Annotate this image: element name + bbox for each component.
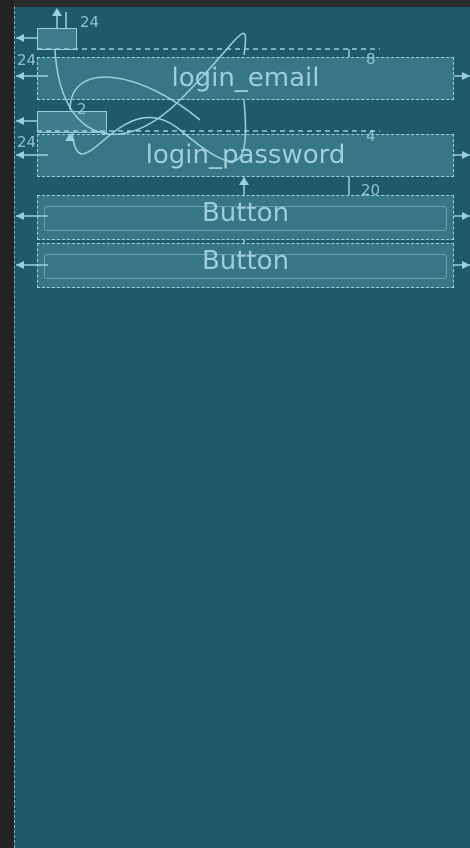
login-email-label: login_email xyxy=(171,63,320,93)
dim-email-top-margin: 8 xyxy=(366,50,376,68)
login-password-label: login_password xyxy=(145,140,346,170)
login-email-field[interactable]: login_email xyxy=(37,57,454,100)
button-1[interactable]: Button xyxy=(37,195,454,240)
dim-password-left-margin: 24 xyxy=(17,133,37,151)
button-1-label: Button xyxy=(201,198,290,228)
dim-top-label-margin: 24 xyxy=(80,13,100,31)
dim-password-label-margin: 2 xyxy=(77,100,87,118)
dim-button-top-margin: 20 xyxy=(361,181,381,199)
login-password-field[interactable]: login_password xyxy=(37,134,454,177)
button-2-label: Button xyxy=(201,246,290,276)
email-label-view[interactable] xyxy=(37,28,77,50)
password-label-view[interactable] xyxy=(37,111,107,133)
button-2[interactable]: Button xyxy=(37,243,454,288)
dim-password-top-margin: 4 xyxy=(366,127,376,145)
dim-email-left-margin: 24 xyxy=(17,51,37,69)
